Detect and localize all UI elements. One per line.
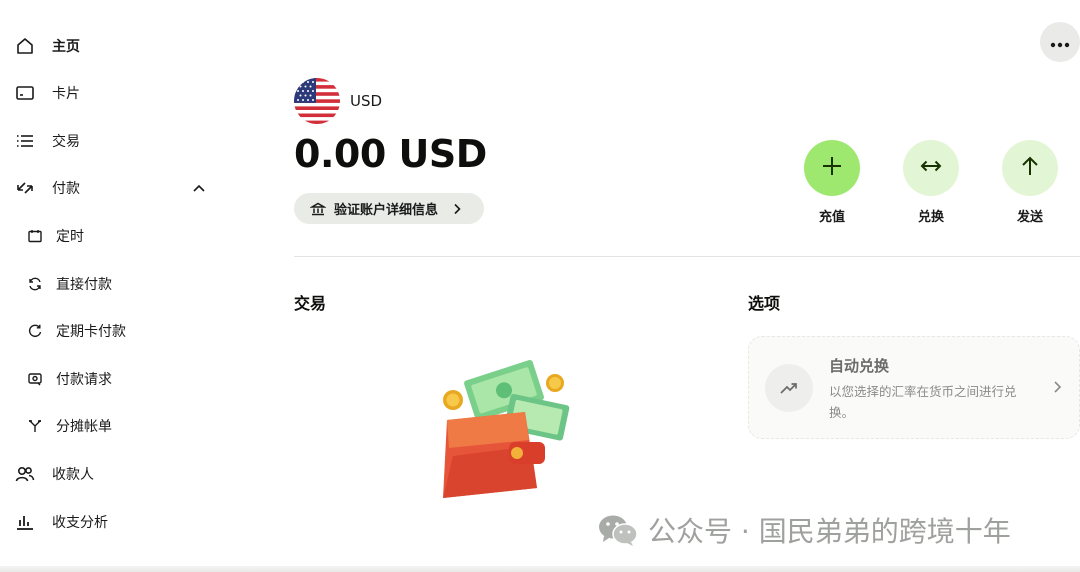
list-icon [14, 130, 36, 152]
home-icon [14, 35, 36, 57]
sidebar-item-transactions[interactable]: 交易 [14, 126, 80, 156]
sidebar: 主页 卡片 交易 付款 定时 直接付款 定期卡付款 付款请求 分摊帐单 收款人 … [0, 0, 240, 572]
chevron-up-icon[interactable] [190, 180, 208, 198]
sidebar-subitem-label: 定时 [56, 229, 84, 245]
verify-label: 验证账户详细信息 [334, 203, 439, 218]
us-flag-icon [294, 78, 340, 124]
trend-arrow-icon [765, 364, 813, 412]
card-icon [14, 82, 36, 104]
option-description: 以您选择的汇率在货币之间进行兑换。 [829, 384, 1017, 420]
arrow-up-icon [1018, 154, 1042, 182]
sidebar-subitem-label: 付款请求 [56, 372, 112, 388]
verify-account-details-button[interactable]: 验证账户详细信息 [294, 193, 484, 224]
currency-code: USD [350, 92, 383, 110]
sidebar-subitem-scheduled[interactable]: 定时 [26, 222, 84, 250]
auto-convert-option-card[interactable]: 自动兑换 以您选择的汇率在货币之间进行兑换。 [748, 336, 1080, 439]
bottom-edge [0, 566, 1080, 572]
wechat-watermark: 公众号 · 国民弟弟的跨境十年 [598, 510, 1011, 550]
sidebar-subitem-recurring-card[interactable]: 定期卡付款 [26, 317, 126, 345]
wechat-icon [598, 513, 638, 547]
sidebar-item-label: 收款人 [52, 467, 94, 483]
recurring-icon [26, 322, 44, 340]
sidebar-subitem-direct-payment[interactable]: 直接付款 [26, 270, 112, 298]
sidebar-item-cards[interactable]: 卡片 [14, 78, 80, 108]
sidebar-subitem-label: 直接付款 [56, 277, 112, 293]
more-dots-icon [1050, 33, 1070, 52]
send-button[interactable] [1002, 140, 1058, 196]
recipients-icon [14, 463, 36, 485]
empty-wallet-illustration [425, 359, 575, 510]
calendar-icon [26, 227, 44, 245]
sidebar-subitem-label: 定期卡付款 [56, 324, 126, 340]
options-section-title: 选项 [748, 294, 781, 313]
sidebar-subitem-payment-request[interactable]: 付款请求 [26, 365, 112, 393]
chevron-right-icon [1049, 379, 1065, 395]
sidebar-item-payments[interactable]: 付款 [14, 173, 80, 203]
convert-button[interactable] [903, 140, 959, 196]
sidebar-item-label: 交易 [52, 134, 80, 150]
chevron-right-icon [450, 202, 464, 216]
bar-chart-icon [14, 511, 36, 533]
more-options-button[interactable] [1040, 22, 1080, 62]
sidebar-item-label: 卡片 [52, 86, 80, 102]
send-label: 发送 [1016, 210, 1043, 225]
send-action[interactable]: 发送 [1002, 140, 1058, 225]
sidebar-item-recipients[interactable]: 收款人 [14, 459, 94, 489]
top-up-action[interactable]: 充值 [804, 140, 860, 225]
refresh-icon [26, 275, 44, 293]
option-title: 自动兑换 [829, 357, 890, 375]
transfer-arrows-icon [14, 177, 36, 199]
request-icon [26, 370, 44, 388]
top-up-label: 充值 [818, 210, 845, 225]
convert-label: 兑换 [917, 210, 944, 225]
sidebar-item-label: 收支分析 [52, 515, 108, 531]
account-balance: 0.00 USD [294, 132, 487, 176]
transactions-section-title: 交易 [294, 294, 327, 313]
sidebar-item-label: 付款 [52, 181, 80, 197]
bank-icon [309, 201, 327, 217]
sidebar-item-analytics[interactable]: 收支分析 [14, 507, 108, 537]
sidebar-item-label: 主页 [52, 39, 80, 55]
watermark-text: 公众号 · 国民弟弟的跨境十年 [648, 515, 1011, 548]
section-divider [294, 256, 1080, 257]
sidebar-item-home[interactable]: 主页 [14, 31, 80, 61]
top-up-button[interactable] [804, 140, 860, 196]
convert-action[interactable]: 兑换 [903, 140, 959, 225]
split-icon [26, 417, 44, 435]
plus-icon [820, 154, 844, 182]
sidebar-subitem-split-bill[interactable]: 分摊帐单 [26, 412, 112, 440]
sidebar-subitem-label: 分摊帐单 [56, 419, 112, 435]
swap-icon [918, 154, 944, 182]
